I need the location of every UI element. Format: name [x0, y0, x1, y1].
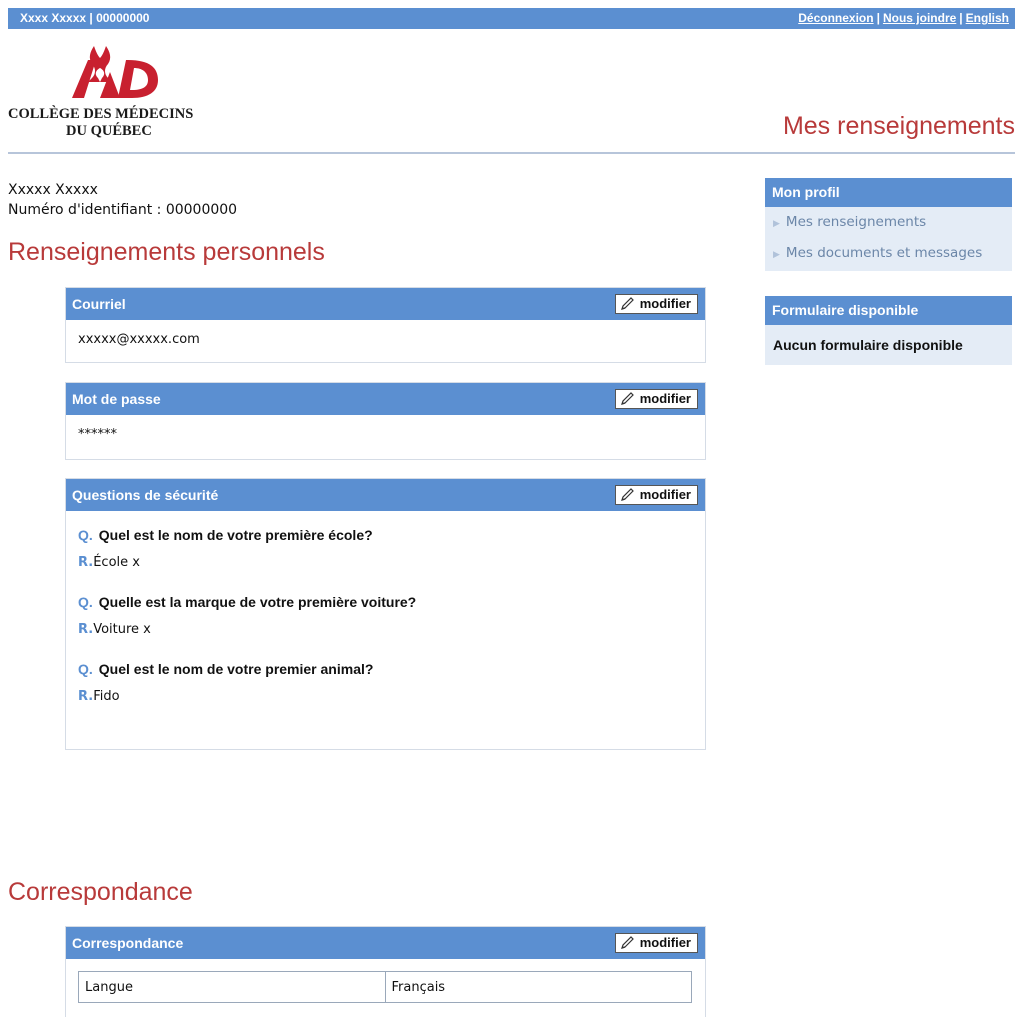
- security-answer: R.Voiture x: [78, 622, 693, 637]
- header-divider: [8, 152, 1015, 154]
- topbar-links: Déconnexion | Nous joindre | English: [798, 11, 1009, 25]
- answer-text: Fido: [93, 689, 120, 704]
- panel-title: Mot de passe: [72, 391, 161, 407]
- panel-header: Questions de sécurité modifier: [66, 479, 705, 511]
- page-title: Mes renseignements: [782, 112, 1015, 140]
- pencil-icon: [620, 488, 634, 501]
- correspondence-table-wrap: Langue Français: [66, 959, 705, 1003]
- sidebar-forms: Formulaire disponible Aucun formulaire d…: [765, 296, 1012, 365]
- password-value: ******: [78, 427, 117, 442]
- topbar-user: Xxxx Xxxxx | 00000000: [20, 11, 150, 25]
- question-text: Quelle est la marque de votre première v…: [98, 594, 417, 610]
- panel-header: Mot de passe modifier: [66, 383, 705, 415]
- question-text: Quel est le nom de votre première école?: [98, 527, 373, 543]
- edit-label: modifier: [639, 487, 691, 502]
- question-prefix: Q.: [78, 661, 93, 677]
- topbar-separator: |: [876, 11, 880, 25]
- sidebar-item-label: Mes documents et messages: [785, 245, 983, 261]
- security-answer: R.École x: [78, 555, 693, 570]
- question-prefix: Q.: [78, 527, 93, 543]
- answer-prefix: R.: [78, 622, 94, 637]
- sidebar-item-documents[interactable]: ▶ Mes documents et messages: [765, 238, 1012, 271]
- security-list: Q. Quel est le nom de votre première écol…: [66, 511, 705, 740]
- answer-text: École x: [93, 555, 140, 570]
- panel-title: Correspondance: [72, 935, 184, 951]
- sidebar-heading: Mon profil: [765, 178, 1012, 207]
- answer-text: Voiture x: [93, 622, 151, 637]
- security-item: Q. Quel est le nom de votre première écol…: [78, 527, 693, 570]
- email-panel: Courriel modifier xxxxx@xxxxx.com: [65, 287, 706, 363]
- chevron-right-icon: ▶: [773, 219, 780, 229]
- user-id: Numéro d'identifiant : 00000000: [8, 202, 238, 218]
- logo-text-line2: DU QUÉBEC: [66, 123, 152, 139]
- sidebar-heading: Formulaire disponible: [765, 296, 1012, 325]
- correspondence-panel: Correspondance modifier Langue Français: [65, 926, 706, 1017]
- english-link[interactable]: English: [966, 11, 1009, 25]
- contact-link[interactable]: Nous joindre: [883, 11, 956, 25]
- topbar-separator: |: [959, 11, 963, 25]
- section-title-personal: Renseignements personnels: [8, 238, 325, 266]
- question-prefix: Q.: [78, 594, 93, 610]
- section-title-correspondence: Correspondance: [8, 878, 193, 906]
- panel-header: Courriel modifier: [66, 288, 705, 320]
- answer-prefix: R.: [78, 555, 94, 570]
- password-panel: Mot de passe modifier ******: [65, 382, 706, 460]
- logo-text-line1: COLLÈGE DES MÉDECINS: [8, 106, 194, 122]
- security-question: Q. Quel est le nom de votre première écol…: [78, 527, 693, 543]
- table-cell-value: Français: [384, 971, 692, 1003]
- security-item: Q. Quel est le nom de votre premier anima…: [78, 661, 693, 704]
- no-forms-text: Aucun formulaire disponible: [773, 337, 963, 353]
- edit-password-button[interactable]: modifier: [614, 389, 698, 409]
- panel-title: Questions de sécurité: [72, 487, 219, 503]
- table-cell-label: Langue: [78, 971, 386, 1003]
- logout-link[interactable]: Déconnexion: [798, 11, 873, 25]
- logo-text: COLLÈGE DES MÉDECINS DU QUÉBEC: [8, 106, 218, 140]
- edit-security-button[interactable]: modifier: [614, 485, 698, 505]
- chevron-right-icon: ▶: [773, 250, 780, 260]
- pencil-icon: [620, 392, 634, 405]
- edit-correspondence-button[interactable]: modifier: [614, 933, 698, 953]
- logo-emblem-icon: [72, 46, 158, 98]
- panel-header: Correspondance modifier: [66, 927, 705, 959]
- college-logo[interactable]: COLLÈGE DES MÉDECINS DU QUÉBEC: [8, 38, 218, 148]
- question-text: Quel est le nom de votre premier animal?: [98, 661, 374, 677]
- email-value: xxxxx@xxxxx.com: [78, 332, 200, 347]
- user-name: Xxxxx Xxxxx: [8, 182, 98, 198]
- correspondence-table: Langue Français: [78, 971, 692, 1003]
- edit-label: modifier: [639, 935, 691, 950]
- table-row: Langue Français: [78, 971, 692, 1003]
- security-question: Q. Quelle est la marque de votre première…: [78, 594, 693, 610]
- sidebar-item-mes-renseignements[interactable]: ▶ Mes renseignements: [765, 207, 1012, 238]
- edit-email-button[interactable]: modifier: [614, 294, 698, 314]
- security-answer: R.Fido: [78, 689, 693, 704]
- edit-label: modifier: [639, 391, 691, 406]
- edit-label: modifier: [639, 296, 691, 311]
- panel-title: Courriel: [72, 296, 126, 312]
- sidebar-item-label: Mes renseignements: [785, 214, 927, 230]
- pencil-icon: [620, 297, 634, 310]
- security-questions-panel: Questions de sécurité modifier Q. Quel es…: [65, 478, 706, 750]
- pencil-icon: [620, 936, 634, 949]
- top-bar: Xxxx Xxxxx | 00000000 Déconnexion | Nous j…: [8, 8, 1015, 29]
- security-question: Q. Quel est le nom de votre premier anima…: [78, 661, 693, 677]
- security-item: Q. Quelle est la marque de votre première…: [78, 594, 693, 637]
- answer-prefix: R.: [78, 689, 94, 704]
- sidebar-profile: Mon profil ▶ Mes renseignements ▶ Mes docu…: [765, 178, 1012, 271]
